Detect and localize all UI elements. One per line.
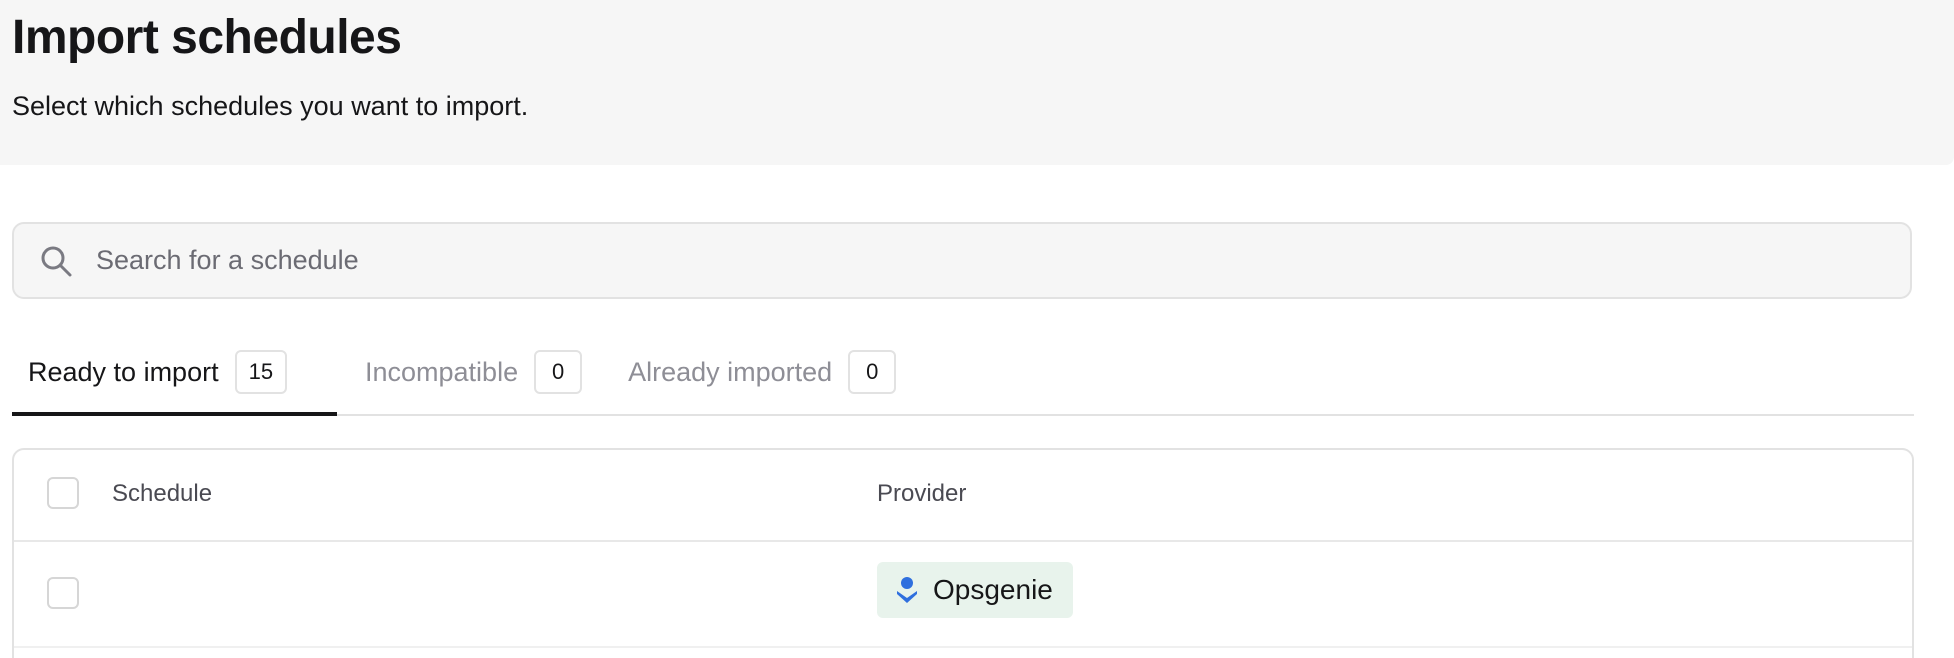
opsgenie-icon	[895, 575, 919, 605]
provider-name: Opsgenie	[933, 574, 1053, 605]
column-header-schedule: Schedule	[112, 480, 213, 507]
tab-label: Ready to import	[28, 357, 219, 387]
tab-count-badge: 15	[234, 350, 288, 394]
tab-already-imported[interactable]: Already imported 0	[628, 346, 912, 414]
tab-ready-to-import[interactable]: Ready to import 15	[12, 346, 337, 416]
table-row[interactable]: Opsgenie	[14, 542, 1912, 648]
tab-label: Already imported	[628, 357, 833, 387]
select-all-checkbox[interactable]	[47, 477, 79, 509]
page-title: Import schedules	[12, 11, 402, 64]
search-icon	[38, 243, 74, 279]
import-schedules-page: Import schedules Select which schedules …	[0, 0, 1954, 658]
search-box[interactable]	[12, 222, 1912, 299]
tab-bar: Ready to import 15 Incompatible 0 Alread…	[12, 346, 1914, 416]
provider-badge: Opsgenie	[877, 562, 1073, 618]
tab-count-badge: 0	[534, 350, 583, 394]
row-checkbox[interactable]	[47, 577, 79, 609]
column-header-provider: Provider	[877, 480, 967, 507]
search-input[interactable]	[94, 223, 1910, 298]
schedules-table: Schedule Provider Opsgenie	[12, 448, 1914, 658]
tab-incompatible[interactable]: Incompatible 0	[365, 346, 598, 414]
page-subtitle: Select which schedules you want to impor…	[12, 91, 529, 121]
page-header: Import schedules Select which schedules …	[0, 0, 1954, 165]
tab-count-badge: 0	[848, 350, 897, 394]
tab-label: Incompatible	[365, 357, 519, 387]
table-header: Schedule Provider	[14, 450, 1912, 542]
